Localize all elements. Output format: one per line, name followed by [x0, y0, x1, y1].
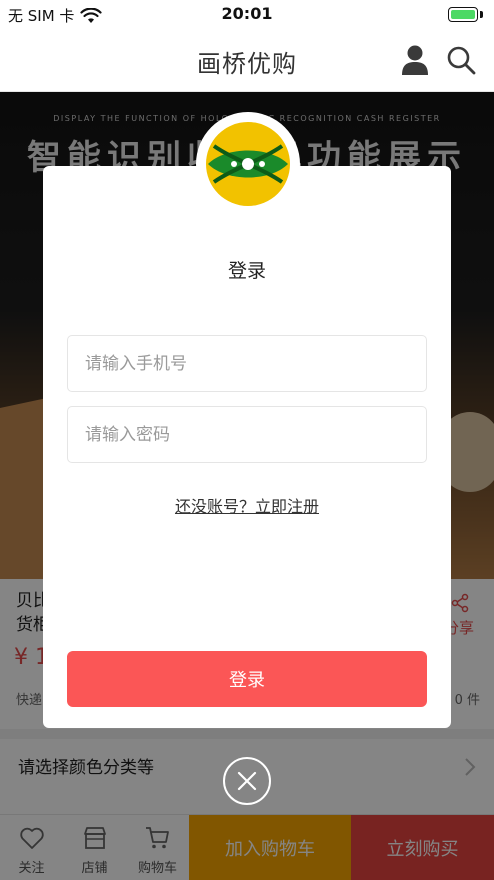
- close-button[interactable]: [223, 757, 271, 805]
- nav-bar: 画桥优购: [0, 30, 494, 92]
- login-button[interactable]: 登录: [67, 651, 427, 707]
- app-logo-icon: [206, 122, 290, 206]
- register-link[interactable]: 还没账号？立即注册: [43, 493, 451, 517]
- status-time: 20:01: [221, 4, 273, 23]
- search-icon[interactable]: [446, 45, 476, 75]
- battery-tip: [480, 11, 483, 18]
- user-icon[interactable]: [401, 44, 429, 76]
- password-input[interactable]: [68, 407, 426, 462]
- password-field[interactable]: [67, 406, 427, 463]
- battery-icon: [448, 7, 478, 22]
- phone-input[interactable]: [68, 336, 426, 391]
- login-modal: 登录 还没账号？立即注册 登录: [43, 166, 451, 728]
- battery-fill: [451, 10, 475, 19]
- close-icon: [237, 771, 257, 791]
- login-title: 登录: [227, 260, 266, 282]
- status-bar: 无 SIM 卡 20:01: [0, 0, 494, 30]
- phone-field[interactable]: [67, 335, 427, 392]
